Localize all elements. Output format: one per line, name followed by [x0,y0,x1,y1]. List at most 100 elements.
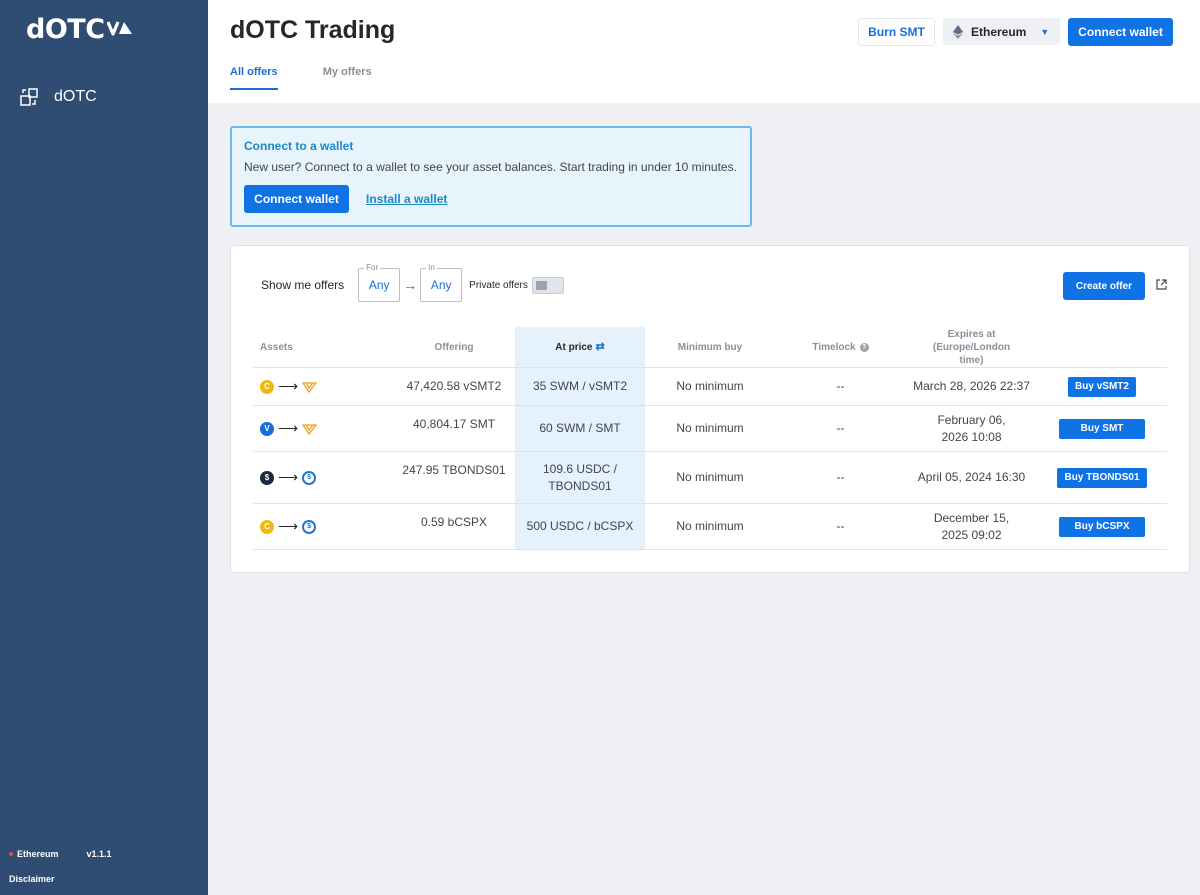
sidebar-item-label: dOTC [54,88,97,105]
arrow-right-icon: → [403,277,418,293]
buy-cell: Buy SMT [1037,406,1167,451]
table-header: Assets Offering At price ⇄ Minimum buy T… [253,327,1167,368]
long-arrow-right-icon: ⟶ [278,518,299,534]
sidebar-footer: Ethereum v1.1.1 [9,849,199,859]
tab-all-offers[interactable]: All offers [230,66,278,90]
disclaimer-link[interactable]: Disclaimer [9,874,55,884]
minimum-buy: No minimum [676,379,744,393]
table-row: C ⟶ 47,420.58 vSMT2 35 SWM / vSMT2 No mi… [253,368,1167,406]
coin-c-icon: C [260,519,274,534]
logo[interactable]: dOTC [26,14,133,45]
network-status-dot-icon [9,852,13,856]
app-version: v1.1.1 [86,849,112,859]
install-wallet-link[interactable]: Install a wallet [366,192,447,206]
expires-at: March 28, 2026 22:37 [913,379,1030,393]
connect-wallet-header-button[interactable]: Connect wallet [1068,18,1173,46]
smt-icon [302,381,318,393]
sidebar-network: Ethereum [17,849,59,859]
page-title: dOTC Trading [230,16,396,44]
header-price[interactable]: At price ⇄ [515,327,645,367]
timelock: -- [836,379,845,393]
in-asset-value: Any [430,278,452,292]
sidebar: dOTC dOTC Ethereum v1.1.1 Disclaimer [0,0,208,895]
coin-c-icon: C [260,379,274,394]
logo-text: dOTC [26,14,105,45]
tab-my-offers[interactable]: My offers [323,66,372,90]
asset-pair: $ ⟶ $ [253,452,393,503]
header-action [1037,327,1167,367]
sidebar-item-dotc[interactable]: dOTC [20,88,97,106]
offers-card: Show me offers For Any → In Any Private … [230,245,1190,573]
private-offers-toggle[interactable] [531,276,564,294]
smt-icon [302,423,318,435]
usdc-icon: $ [302,519,317,534]
dollar-icon: $ [260,470,274,485]
caret-down-icon: ▼ [1040,26,1050,37]
toggle-knob [535,280,547,290]
connect-wallet-button[interactable]: Connect wallet [244,185,349,213]
header-minimum[interactable]: Minimum buy [645,327,775,367]
create-offer-button[interactable]: Create offer [1063,272,1145,300]
swap-arrows-icon[interactable]: ⇄ [596,341,605,354]
asset-pair: C ⟶ $ [253,504,393,549]
timelock: -- [836,421,845,435]
swm-icon: V [260,421,274,436]
offering-amount: 247.95 TBONDS01 [402,463,506,477]
connect-wallet-banner: Connect to a wallet New user? Connect to… [230,126,752,227]
expires-at: February 06, 2026 10:08 [937,412,1006,444]
header-price-label: At price [555,341,593,353]
show-offers-label: Show me offers [261,278,345,292]
offering-amount: 0.59 bCSPX [420,515,488,529]
tabs: All offers My offers [230,66,417,90]
banner-actions: Connect wallet Install a wallet [244,185,738,213]
header-assets[interactable]: Assets [253,327,393,367]
for-asset-value: Any [368,278,390,292]
minimum-buy: No minimum [676,470,744,484]
swap-squares-icon [20,88,38,106]
long-arrow-right-icon: ⟶ [278,420,299,436]
minimum-buy: No minimum [676,519,744,533]
header-offering[interactable]: Offering [393,327,515,367]
burn-smt-button[interactable]: Burn SMT [858,18,935,46]
network-select-label: Ethereum [971,24,1027,39]
asset-pair: V ⟶ [253,406,393,451]
offer-price: 60 SWM / SMT [515,406,645,451]
timelock: -- [836,470,845,484]
external-link-icon[interactable] [1156,279,1167,290]
buy-button[interactable]: Buy SMT [1059,418,1145,439]
long-arrow-right-icon: ⟶ [278,378,299,394]
banner-text: New user? Connect to a wallet to see you… [244,160,737,174]
private-offers-label: Private offers [469,279,528,291]
header-timelock-label: Timelock [812,341,856,353]
banner-title: Connect to a wallet [244,139,354,153]
help-icon[interactable]: ? [859,342,869,352]
buy-cell: Buy TBONDS01 [1037,452,1167,503]
header-expires[interactable]: Expires at (Europe/London time) [906,327,1037,367]
offer-price: 35 SWM / vSMT2 [515,368,645,405]
ethereum-icon [953,24,963,39]
expires-at: December 15, 2025 09:02 [933,510,1010,542]
expires-at: April 05, 2024 16:30 [917,470,1026,484]
in-legend: In [426,263,437,272]
buy-button[interactable]: Buy vSMT2 [1068,376,1136,397]
buy-cell: Buy bCSPX [1037,504,1167,549]
buy-button[interactable]: Buy TBONDS01 [1057,467,1147,488]
for-asset-filter[interactable]: For Any [358,263,401,302]
usdc-icon: $ [302,470,317,485]
minimum-buy: No minimum [676,421,744,435]
logo-mark-icon [106,20,132,36]
in-asset-filter[interactable]: In Any [420,263,463,302]
timelock: -- [836,519,845,533]
header: dOTC Trading All offers My offers Burn S… [208,0,1200,103]
table-row: V ⟶ 40,804.17 SMT 60 SWM / SMT No minimu… [253,406,1167,452]
offer-filters: Show me offers For Any → In Any Private … [261,263,564,302]
for-legend: For [364,263,381,272]
long-arrow-right-icon: ⟶ [278,469,299,485]
network-select[interactable]: Ethereum ▼ [943,18,1060,45]
offering-amount: 47,420.58 vSMT2 [406,379,502,393]
offer-price: 500 USDC / bCSPX [515,504,645,549]
offering-amount: 40,804.17 SMT [412,417,496,431]
buy-button[interactable]: Buy bCSPX [1059,516,1145,537]
table-row: C ⟶ $ 0.59 bCSPX 500 USDC / bCSPX No min… [253,504,1167,550]
header-timelock[interactable]: Timelock ? [775,327,906,367]
